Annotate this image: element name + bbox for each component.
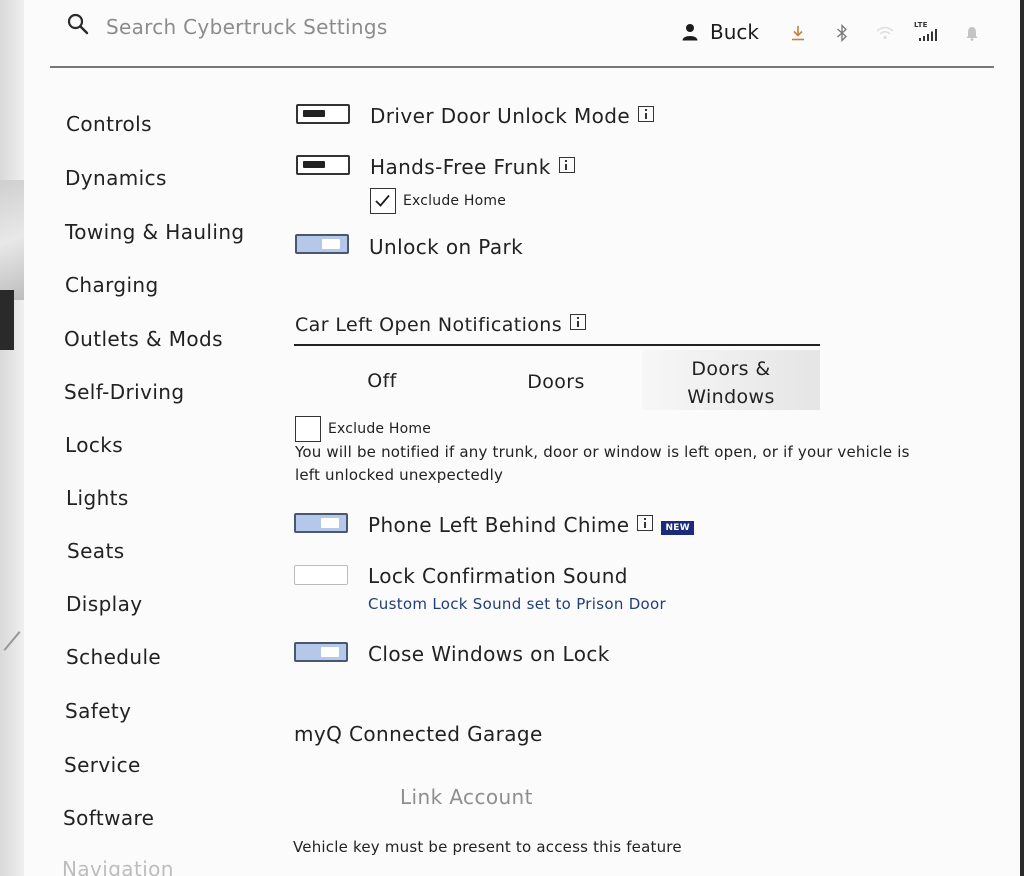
sidebar-item-display[interactable]: Display bbox=[66, 592, 143, 616]
segment-doors-windows[interactable]: Doors & Windows bbox=[672, 355, 790, 411]
bluetooth-icon[interactable] bbox=[836, 24, 848, 42]
car-left-open-description: You will be notified if any trunk, door … bbox=[295, 443, 910, 484]
left-open-exclude-home-checkbox[interactable] bbox=[295, 416, 321, 442]
myq-note: Vehicle key must be present to access th… bbox=[293, 838, 682, 856]
header-divider bbox=[50, 66, 994, 68]
hands-free-frunk-label: Hands-Free Frunk bbox=[370, 155, 551, 179]
frunk-exclude-home-checkbox[interactable] bbox=[370, 188, 396, 214]
close-windows-on-lock-label: Close Windows on Lock bbox=[368, 642, 610, 666]
wifi-icon[interactable] bbox=[876, 26, 894, 40]
segment-off[interactable]: Off bbox=[330, 370, 434, 392]
car-left-open-row: Car Left Open Notifications bbox=[295, 314, 587, 336]
info-icon[interactable] bbox=[570, 314, 587, 330]
hands-free-frunk-toggle[interactable] bbox=[296, 155, 350, 175]
custom-lock-sound-link[interactable]: Custom Lock Sound set to Prison Door bbox=[368, 595, 666, 613]
search-icon[interactable] bbox=[66, 12, 90, 36]
sidebar-item-lights[interactable]: Lights bbox=[66, 486, 129, 510]
phone-left-behind-chime-toggle[interactable] bbox=[294, 513, 348, 533]
driver-door-unlock-mode-toggle[interactable] bbox=[296, 104, 350, 124]
unlock-on-park-toggle[interactable] bbox=[295, 234, 349, 254]
myq-title: myQ Connected Garage bbox=[294, 722, 543, 746]
lte-signal-icon[interactable] bbox=[918, 29, 938, 41]
driver-door-unlock-mode-row: Driver Door Unlock Mode bbox=[370, 104, 655, 128]
sidebar-item-controls[interactable]: Controls bbox=[66, 112, 152, 136]
phone-left-behind-chime-row: Phone Left Behind Chime NEW bbox=[368, 513, 694, 537]
lock-confirmation-sound-toggle[interactable] bbox=[294, 565, 348, 585]
info-icon[interactable] bbox=[558, 157, 575, 173]
sidebar-item-towing-hauling[interactable]: Towing & Hauling bbox=[65, 220, 245, 244]
check-icon bbox=[375, 194, 390, 207]
screen-bezel bbox=[1020, 0, 1024, 876]
sidebar-item-seats[interactable]: Seats bbox=[67, 539, 125, 563]
phone-left-behind-chime-label: Phone Left Behind Chime bbox=[368, 513, 630, 537]
segment-doors[interactable]: Doors bbox=[504, 371, 608, 393]
sidebar-item-outlets-mods[interactable]: Outlets & Mods bbox=[64, 327, 223, 351]
sidebar-item-navigation[interactable]: Navigation bbox=[62, 857, 174, 876]
sidebar-item-dynamics[interactable]: Dynamics bbox=[65, 166, 167, 190]
sidebar-item-safety[interactable]: Safety bbox=[65, 699, 131, 723]
sidebar-item-charging[interactable]: Charging bbox=[65, 273, 159, 297]
user-icon[interactable] bbox=[682, 23, 698, 41]
info-icon[interactable] bbox=[637, 515, 654, 531]
sidebar-item-service[interactable]: Service bbox=[64, 753, 141, 777]
sidebar-item-software[interactable]: Software bbox=[63, 806, 154, 830]
unlock-on-park-label: Unlock on Park bbox=[369, 235, 524, 259]
user-name[interactable]: Buck bbox=[710, 20, 759, 44]
lte-label: LTE bbox=[914, 21, 928, 29]
driver-door-unlock-mode-label: Driver Door Unlock Mode bbox=[370, 104, 631, 128]
left-open-exclude-home-label: Exclude Home bbox=[328, 421, 432, 437]
segmented-control-divider bbox=[294, 344, 820, 346]
download-icon[interactable] bbox=[791, 25, 805, 41]
sidebar-item-schedule[interactable]: Schedule bbox=[66, 645, 161, 669]
close-windows-on-lock-toggle[interactable] bbox=[294, 642, 348, 662]
car-left-open-title: Car Left Open Notifications bbox=[295, 314, 563, 336]
link-account-button[interactable]: Link Account bbox=[400, 785, 533, 809]
search-input[interactable]: Search Cybertruck Settings bbox=[106, 15, 388, 39]
hands-free-frunk-row: Hands-Free Frunk bbox=[370, 155, 575, 179]
info-icon[interactable] bbox=[638, 106, 655, 122]
frunk-exclude-home-label: Exclude Home bbox=[403, 193, 507, 209]
sidebar-item-self-driving[interactable]: Self-Driving bbox=[64, 380, 184, 404]
sidebar-item-locks[interactable]: Locks bbox=[65, 433, 123, 457]
background-photo-strip bbox=[0, 0, 24, 876]
new-badge: NEW bbox=[661, 521, 694, 535]
bell-icon[interactable] bbox=[966, 26, 978, 41]
lock-confirmation-sound-label: Lock Confirmation Sound bbox=[368, 564, 628, 588]
